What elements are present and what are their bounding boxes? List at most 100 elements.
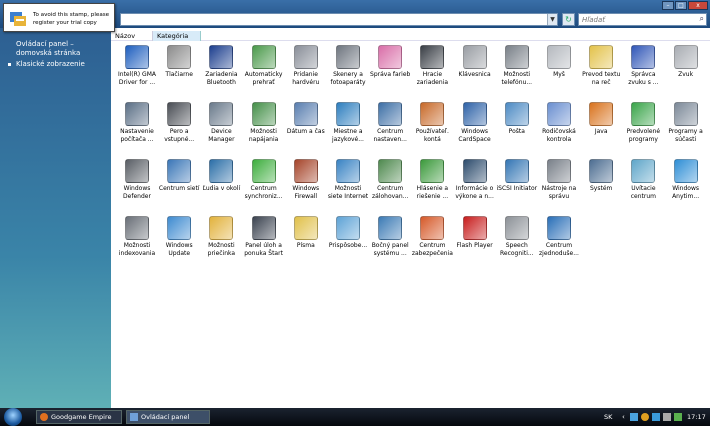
control-panel-item[interactable]: Možnosti indexovania: [116, 215, 158, 267]
clock[interactable]: 17:17: [687, 408, 706, 426]
security-icon[interactable]: [641, 413, 649, 421]
applet-icon: [589, 102, 614, 126]
control-panel-item[interactable]: Klávesnica: [454, 44, 496, 96]
applet-icon: [378, 159, 403, 183]
control-panel-item[interactable]: Zariadenia Bluetooth: [200, 44, 242, 96]
control-panel-item[interactable]: Pošta: [496, 101, 538, 153]
taskbar-item-control-panel[interactable]: Ovládací panel: [126, 410, 210, 424]
control-panel-item[interactable]: Centrum synchroniz...: [243, 158, 285, 210]
control-panel-item[interactable]: Uvítacie centrum: [622, 158, 664, 210]
search-icon[interactable]: ⌕: [700, 14, 704, 24]
control-panel-item[interactable]: Rodičovská kontrola: [538, 101, 580, 153]
control-panel-item[interactable]: Intel(R) GMA Driver for ...: [116, 44, 158, 96]
applet-label: Windows CardSpace: [458, 128, 491, 143]
control-panel-item[interactable]: Windows Defender: [116, 158, 158, 210]
refresh-icon[interactable]: ↻: [562, 13, 575, 26]
applet-label: Rodičovská kontrola: [542, 128, 576, 143]
control-panel-item[interactable]: Bočný panel systému ...: [369, 215, 411, 267]
control-panel-item[interactable]: Používateľ. kontá: [411, 101, 453, 153]
control-panel-item[interactable]: Predvolené programy: [622, 101, 664, 153]
minimize-button[interactable]: –: [662, 1, 674, 10]
applet-label: Java: [594, 128, 608, 135]
control-panel-item[interactable]: Možnosti napájania: [243, 101, 285, 153]
control-panel-item[interactable]: Device Manager: [200, 101, 242, 153]
control-panel-item[interactable]: Možnosti siete Internet: [327, 158, 369, 210]
column-name[interactable]: Názov: [111, 31, 153, 41]
language-indicator[interactable]: SK: [604, 408, 612, 426]
control-panel-item[interactable]: Nastavenie počítača ...: [116, 101, 158, 153]
control-panel-item[interactable]: Windows Anytim...: [665, 158, 707, 210]
control-panel-item[interactable]: Správa farieb: [369, 44, 411, 96]
applet-label: Centrum synchroniz...: [244, 185, 283, 200]
control-panel-item[interactable]: Windows Update: [158, 215, 200, 267]
start-button[interactable]: [4, 408, 22, 426]
search-input[interactable]: [579, 14, 689, 25]
control-panel-item[interactable]: Informácie o výkone a n...: [454, 158, 496, 210]
control-panel-item[interactable]: Zvuk: [665, 44, 707, 96]
chevron-down-icon[interactable]: ▼: [547, 14, 557, 25]
control-panel-item[interactable]: Windows Firewall: [285, 158, 327, 210]
applet-label: Speech Recogniti...: [500, 242, 534, 257]
control-panel-item[interactable]: Automaticky prehrať: [243, 44, 285, 96]
shield-icon[interactable]: [652, 413, 660, 421]
chevron-left-icon[interactable]: ‹: [622, 408, 625, 426]
applet-icon: [209, 45, 234, 69]
control-panel-item[interactable]: Hracie zariadenia: [411, 44, 453, 96]
control-panel-item[interactable]: Možnosti priečinka: [200, 215, 242, 267]
control-panel-item[interactable]: Centrum sietí: [158, 158, 200, 210]
control-panel-item[interactable]: Panel úloh a ponuka Štart: [243, 215, 285, 267]
taskbar-item-browser[interactable]: Goodgame Empire |...: [36, 410, 122, 426]
control-panel-item[interactable]: Windows CardSpace: [454, 101, 496, 153]
address-bar[interactable]: ▼: [120, 13, 558, 26]
applet-icon: [462, 216, 487, 240]
applet-icon: [251, 159, 276, 183]
control-panel-item[interactable]: Centrum zabezpečenia: [411, 215, 453, 267]
control-panel-item[interactable]: Dátum a čas: [285, 101, 327, 153]
applet-icon: [420, 102, 445, 126]
applet-icon: [631, 159, 656, 183]
control-panel-item[interactable]: Miestne a jazykové...: [327, 101, 369, 153]
search-box[interactable]: ⌕: [578, 13, 707, 26]
applet-label: Myš: [553, 71, 565, 78]
maximize-button[interactable]: □: [675, 1, 687, 10]
bullet-icon: [8, 63, 11, 66]
close-button[interactable]: x: [688, 1, 708, 10]
control-panel-item[interactable]: Programy a súčasti: [665, 101, 707, 153]
control-panel-item[interactable]: Speech Recogniti...: [496, 215, 538, 267]
applet-icon: [336, 159, 360, 183]
control-panel-item[interactable]: Centrum zjednoduše...: [538, 215, 580, 267]
control-panel-item[interactable]: Hlásenie a riešenie ...: [411, 158, 453, 210]
control-panel-item[interactable]: Pero a vstupné...: [158, 101, 200, 153]
control-panel-item[interactable]: Tlačiarne: [158, 44, 200, 96]
control-panel-item[interactable]: Správca zvuku s ...: [622, 44, 664, 96]
control-panel-item[interactable]: Centrum nastaven...: [369, 101, 411, 153]
classic-view-link[interactable]: Klasické zobrazenie: [0, 60, 111, 69]
control-panel-item[interactable]: Java: [580, 101, 622, 153]
tray-app-icon[interactable]: [674, 413, 682, 421]
control-panel-item[interactable]: Ľudia v okolí: [200, 158, 242, 210]
control-panel-item[interactable]: Systém: [580, 158, 622, 210]
applet-label: Predvolené programy: [626, 128, 661, 143]
control-panel-item[interactable]: Myš: [538, 44, 580, 96]
control-panel-item[interactable]: Pridanie hardvéru: [285, 44, 327, 96]
control-panel-item[interactable]: iSCSI Initiator: [496, 158, 538, 210]
content-pane: Názov Kategória Intel(R) GMA Driver for …: [111, 28, 710, 408]
applet-label: Panel úloh a ponuka Štart: [244, 242, 283, 257]
control-panel-item[interactable]: Nástroje na správu: [538, 158, 580, 210]
control-panel-item[interactable]: Flash Player: [454, 215, 496, 267]
volume-icon[interactable]: [663, 413, 671, 421]
control-panel-item[interactable]: Možnosti telefónu...: [496, 44, 538, 96]
network-icon[interactable]: [630, 413, 638, 421]
applet-icon: [378, 102, 403, 126]
control-panel-item[interactable]: Písma: [285, 215, 327, 267]
control-panel-item[interactable]: Centrum zálohovan...: [369, 158, 411, 210]
trial-stamp: To avoid this stamp, please register you…: [3, 3, 115, 32]
control-panel-item[interactable]: Skenery a fotoaparáty: [327, 44, 369, 96]
applet-label: Programy a súčasti: [668, 128, 703, 143]
control-panel-item[interactable]: Prispôsobe...: [327, 215, 369, 267]
applet-label: Flash Player: [456, 242, 493, 249]
control-panel-home-link[interactable]: Ovládací panel – domovská stránka: [0, 40, 111, 58]
column-category[interactable]: Kategória: [153, 31, 201, 41]
control-panel-item[interactable]: Prevod textu na reč: [580, 44, 622, 96]
column-header: Názov Kategória: [111, 31, 710, 41]
